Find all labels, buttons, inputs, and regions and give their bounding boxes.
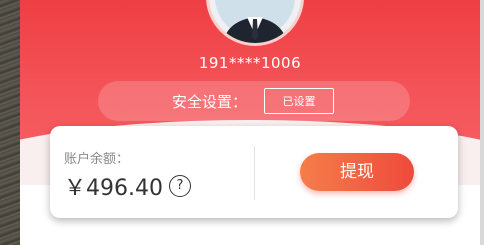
background-desk-strip [0, 0, 20, 245]
balance-label: 账户余额： [64, 152, 130, 167]
balance-amount: ￥496.40 [64, 176, 163, 201]
card-divider [254, 146, 255, 200]
balance-card: 账户余额： ￥496.40 ? 提现 [50, 126, 458, 218]
balance-amount-row: ￥496.40 ? [64, 170, 191, 202]
app-screen: 191****1006 安全设置： 已设置 账户余额： ￥496.40 ? 提现 [20, 0, 480, 245]
security-settings-row [98, 81, 410, 121]
withdraw-button[interactable]: 提现 [300, 153, 414, 191]
user-avatar-icon[interactable] [206, 0, 304, 46]
background-right-strip [480, 0, 484, 245]
question-circle-icon[interactable]: ? [168, 175, 191, 197]
security-status-button[interactable]: 已设置 [264, 88, 334, 114]
user-phone-number: 191****1006 [198, 54, 302, 72]
security-settings-label: 安全设置： [172, 93, 248, 111]
